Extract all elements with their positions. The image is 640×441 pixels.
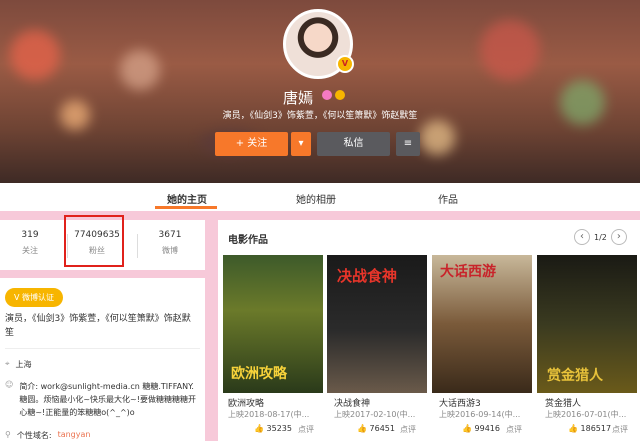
- gender-female-icon: [322, 90, 332, 100]
- domain-row: ⚲ 个性域名: tangyan: [5, 430, 90, 441]
- intro-text: work@sunlight-media.cn 糖糖.TIFFANY.糖圆。烦恼最…: [19, 382, 196, 417]
- page-indicator: 1/2: [594, 232, 607, 242]
- like-count[interactable]: 👍 35235: [254, 424, 292, 433]
- location-icon: ⌖: [5, 359, 10, 368]
- message-button[interactable]: 私信: [317, 132, 390, 156]
- verified-icon: V: [336, 55, 354, 73]
- tab-home[interactable]: 她的主页: [167, 191, 207, 206]
- section-title: 电影作品: [228, 235, 268, 246]
- movie-date: 上映2018-08-17(中...: [228, 410, 310, 419]
- user-icon: ☺: [5, 380, 14, 389]
- stat-label: 关注: [22, 246, 38, 255]
- tab-works[interactable]: 作品: [438, 191, 458, 206]
- crown-icon: [335, 90, 345, 100]
- profile-bio: 演员，《仙剑3》饰紫萱，《何以笙箫默》饰赵默笙: [222, 111, 418, 121]
- menu-icon: ≡: [403, 138, 413, 149]
- movie-date: 上映2016-09-14(中...: [439, 410, 521, 419]
- like-value: 99416: [474, 424, 500, 433]
- like-value: 35235: [266, 424, 292, 433]
- intro-label: 简介:: [19, 382, 39, 391]
- movie-title[interactable]: 决战食神: [334, 396, 370, 409]
- location-text: 上海: [15, 360, 32, 369]
- divider: [5, 348, 200, 349]
- active-tab-indicator: [155, 206, 217, 209]
- movie-poster[interactable]: 大话西游: [432, 255, 532, 393]
- chevron-down-icon: ▾: [298, 138, 304, 149]
- like-count[interactable]: 👍 99416: [462, 424, 500, 433]
- poster-title: 赏金猎人: [547, 368, 603, 384]
- verification-description: 演员，《仙剑3》饰紫萱，《何以笙箫默》饰赵默笙: [5, 314, 191, 338]
- like-count[interactable]: 👍 76451: [357, 424, 395, 433]
- verification-badge[interactable]: V 微博认证: [5, 288, 63, 307]
- movie-date: 上映2016-07-01(中...: [545, 410, 627, 419]
- thumbs-up-icon: 👍: [357, 424, 367, 433]
- movie-title[interactable]: 欧洲攻略: [228, 396, 264, 409]
- next-page-button[interactable]: ›: [610, 229, 627, 245]
- follow-button[interactable]: + 关注: [215, 132, 288, 156]
- thumbs-up-icon: 👍: [254, 424, 264, 433]
- like-count[interactable]: 👍 186517: [568, 424, 611, 433]
- movie-poster[interactable]: 赏金猎人: [537, 255, 637, 393]
- like-value: 76451: [369, 424, 395, 433]
- movie-date: 上映2017-02-10(中...: [334, 410, 416, 419]
- poster-title: 大话西游: [440, 264, 496, 280]
- intro-row: ☺ 简介: work@sunlight-media.cn 糖糖.TIFFANY.…: [5, 380, 200, 419]
- more-menu-button[interactable]: ≡: [396, 132, 420, 156]
- movie-poster[interactable]: 决战食神: [327, 255, 427, 393]
- profile-tabs: 她的主页 她的相册 作品: [0, 183, 640, 211]
- stat-value: 3671: [158, 230, 182, 240]
- verified-icon: V: [13, 293, 22, 302]
- domain-link[interactable]: tangyan: [58, 430, 91, 441]
- link-icon: ⚲: [5, 430, 11, 439]
- avatar[interactable]: V: [283, 9, 354, 79]
- follow-dropdown-button[interactable]: ▾: [291, 132, 311, 156]
- comment-link[interactable]: 点评: [506, 424, 522, 435]
- comment-link[interactable]: 点评: [400, 424, 416, 435]
- badge-label: 微博认证: [22, 293, 54, 302]
- movie-poster[interactable]: 欧洲攻略: [223, 255, 323, 393]
- stat-label: 微博: [162, 246, 178, 255]
- comment-link[interactable]: 点评: [612, 424, 628, 435]
- highlight-box: [64, 215, 124, 267]
- profile-name: 唐嫣: [283, 89, 314, 107]
- domain-label: 个性域名:: [16, 431, 52, 440]
- prev-page-button[interactable]: ‹: [574, 229, 590, 245]
- pager: ‹ 1/2 ›: [574, 229, 627, 245]
- poster-title: 欧洲攻略: [231, 366, 287, 382]
- movie-title[interactable]: 赏金猎人: [545, 396, 581, 409]
- comment-link[interactable]: 点评: [298, 424, 314, 435]
- movie-title[interactable]: 大话西游3: [439, 396, 481, 409]
- location-row: ⌖ 上海: [5, 359, 32, 370]
- stat-value: 319: [21, 230, 39, 240]
- like-value: 186517: [580, 424, 612, 433]
- poster-title: 决战食神: [337, 267, 398, 285]
- thumbs-up-icon: 👍: [462, 424, 472, 433]
- stat-posts[interactable]: 3671 微博: [140, 230, 200, 256]
- tab-album[interactable]: 她的相册: [296, 191, 336, 206]
- stat-following[interactable]: 319 关注: [0, 230, 60, 256]
- thumbs-up-icon: 👍: [568, 424, 578, 433]
